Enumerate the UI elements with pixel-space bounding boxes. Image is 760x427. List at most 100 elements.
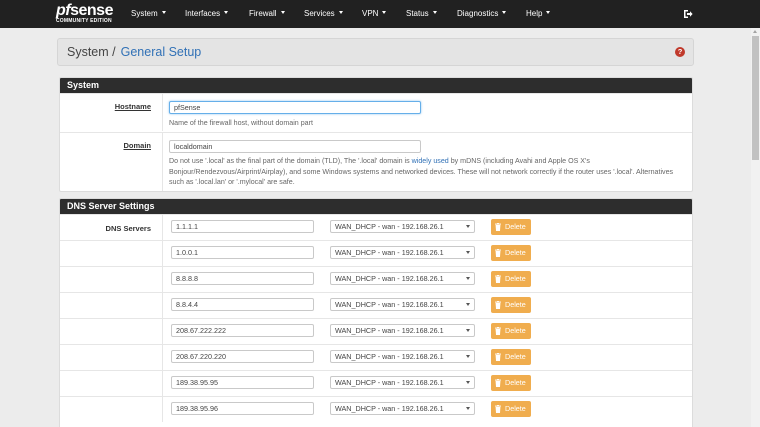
delete-label: Delete (505, 222, 526, 231)
dns-gateway-select[interactable]: WAN_DHCP - wan - 192.168.26.1 (330, 272, 475, 285)
delete-button[interactable]: Delete (491, 219, 531, 235)
vertical-scrollbar[interactable] (751, 28, 760, 427)
dns-gateway-value: WAN_DHCP - wan - 192.168.26.1 (335, 378, 444, 387)
delete-label: Delete (505, 248, 526, 257)
scroll-up-arrow-icon[interactable] (753, 30, 757, 33)
delete-label: Delete (505, 300, 526, 309)
trash-icon (495, 405, 501, 413)
dns-server-row: 208.67.220.220 WAN_DHCP - wan - 192.168.2… (60, 344, 692, 370)
dns-gateway-select[interactable]: WAN_DHCP - wan - 192.168.26.1 (330, 350, 475, 363)
dns-server-ip-input[interactable]: 1.0.0.1 (171, 246, 314, 259)
page-title: System / General Setup (67, 45, 201, 60)
dns-gateway-select[interactable]: WAN_DHCP - wan - 192.168.26.1 (330, 298, 475, 311)
dns-server-row: DNS Servers 1.1.1.1 WAN_DHCP - wan - 192.1… (60, 214, 692, 240)
caret-down-icon (382, 11, 387, 15)
scroll-thumb[interactable] (752, 36, 759, 160)
logout-icon[interactable] (683, 9, 693, 19)
help-icon[interactable]: ? (675, 47, 685, 57)
delete-label: Delete (505, 378, 526, 387)
dns-server-ip-input[interactable]: 8.8.4.4 (171, 298, 314, 311)
nav-menu-status[interactable]: Status (406, 0, 437, 28)
select-caret-icon (466, 277, 470, 280)
select-caret-icon (466, 225, 470, 228)
nav-menu-help[interactable]: Help (526, 0, 551, 28)
delete-label: Delete (505, 404, 526, 413)
nav-menu-services[interactable]: Services (304, 0, 343, 28)
delete-button[interactable]: Delete (491, 401, 531, 417)
dns-server-row: 8.8.4.4 WAN_DHCP - wan - 192.168.26.1 Dele… (60, 292, 692, 318)
dns-gateway-select[interactable]: WAN_DHCP - wan - 192.168.26.1 (330, 324, 475, 337)
label-cell (60, 397, 163, 422)
nav-label: Services (304, 9, 335, 18)
system-panel: System Hostname pfSense Name of the fire… (59, 77, 693, 192)
label-cell (60, 319, 163, 344)
select-caret-icon (466, 251, 470, 254)
nav-label: VPN (362, 9, 379, 18)
caret-down-icon (432, 11, 437, 15)
caret-down-icon (546, 11, 551, 15)
breadcrumb-page-link[interactable]: General Setup (121, 45, 202, 59)
dns-server-ip-input[interactable]: 189.38.95.95 (171, 376, 314, 389)
hostname-row: Hostname pfSense Name of the firewall ho… (60, 93, 692, 131)
domain-input[interactable]: localdomain (169, 140, 421, 153)
delete-button[interactable]: Delete (491, 375, 531, 391)
widely-used-link[interactable]: widely used (412, 157, 449, 165)
hostname-input[interactable]: pfSense (169, 101, 421, 114)
label-cell: DNS Servers (60, 215, 163, 240)
dns-gateway-value: WAN_DHCP - wan - 192.168.26.1 (335, 404, 444, 413)
nav-label: Help (526, 9, 543, 18)
label-cell (60, 345, 163, 370)
dns-gateway-select[interactable]: WAN_DHCP - wan - 192.168.26.1 (330, 376, 475, 389)
dns-gateway-select[interactable]: WAN_DHCP - wan - 192.168.26.1 (330, 246, 475, 259)
dns-server-row: 1.0.0.1 WAN_DHCP - wan - 192.168.26.1 Dele… (60, 240, 692, 266)
delete-button[interactable]: Delete (491, 271, 531, 287)
nav-menu-interfaces[interactable]: Interfaces (185, 0, 229, 28)
dns-gateway-select[interactable]: WAN_DHCP - wan - 192.168.26.1 (330, 220, 475, 233)
dns-server-ip-input[interactable]: 1.1.1.1 (171, 220, 314, 233)
domain-label: Domain (123, 141, 151, 150)
nav-label: Status (406, 9, 429, 18)
dns-servers-label: DNS Servers (105, 224, 151, 233)
panel-heading: DNS Server Settings (60, 199, 692, 214)
nav-label: System (131, 9, 158, 18)
label-cell: Domain (60, 133, 163, 191)
dns-server-row: 8.8.8.8 WAN_DHCP - wan - 192.168.26.1 Dele… (60, 266, 692, 292)
dns-server-ip-input[interactable]: 8.8.8.8 (171, 272, 314, 285)
nav-menu-diagnostics[interactable]: Diagnostics (457, 0, 507, 28)
nav-menu-system[interactable]: System (131, 0, 166, 28)
trash-icon (495, 327, 501, 335)
caret-down-icon (280, 11, 285, 15)
delete-button[interactable]: Delete (491, 245, 531, 261)
delete-button[interactable]: Delete (491, 297, 531, 313)
select-caret-icon (466, 303, 470, 306)
dns-gateway-value: WAN_DHCP - wan - 192.168.26.1 (335, 300, 444, 309)
delete-label: Delete (505, 326, 526, 335)
delete-button[interactable]: Delete (491, 349, 531, 365)
caret-down-icon (502, 11, 507, 15)
dns-server-ip-input[interactable]: 208.67.220.220 (171, 350, 314, 363)
dns-server-row: 189.38.95.96 WAN_DHCP - wan - 192.168.26.… (60, 396, 692, 422)
dns-server-row: 208.67.222.222 WAN_DHCP - wan - 192.168.2… (60, 318, 692, 344)
dns-gateway-select[interactable]: WAN_DHCP - wan - 192.168.26.1 (330, 402, 475, 415)
delete-button[interactable]: Delete (491, 323, 531, 339)
trash-icon (495, 249, 501, 257)
domain-help-text: Do not use '.local' as the final part of… (169, 157, 412, 165)
domain-row: Domain localdomain Do not use '.local' a… (60, 132, 692, 191)
dns-gateway-value: WAN_DHCP - wan - 192.168.26.1 (335, 248, 444, 257)
domain-help: Do not use '.local' as the final part of… (169, 156, 687, 188)
dns-server-panel: DNS Server Settings DNS Servers 1.1.1.1 WA… (59, 198, 693, 427)
dns-gateway-value: WAN_DHCP - wan - 192.168.26.1 (335, 352, 444, 361)
trash-icon (495, 301, 501, 309)
trash-icon (495, 353, 501, 361)
nav-menu-firewall[interactable]: Firewall (249, 0, 285, 28)
trash-icon (495, 379, 501, 387)
logo-wordmark: pfsense (56, 2, 113, 19)
nav-label: Interfaces (185, 9, 221, 18)
pfsense-logo[interactable]: pfsense COMMUNITY EDITION (56, 2, 116, 25)
nav-menu-vpn[interactable]: VPN (362, 0, 387, 28)
trash-icon (495, 223, 501, 231)
dns-server-ip-input[interactable]: 189.38.95.96 (171, 402, 314, 415)
panel-heading: System (60, 78, 692, 93)
label-cell (60, 293, 163, 318)
dns-server-ip-input[interactable]: 208.67.222.222 (171, 324, 314, 337)
